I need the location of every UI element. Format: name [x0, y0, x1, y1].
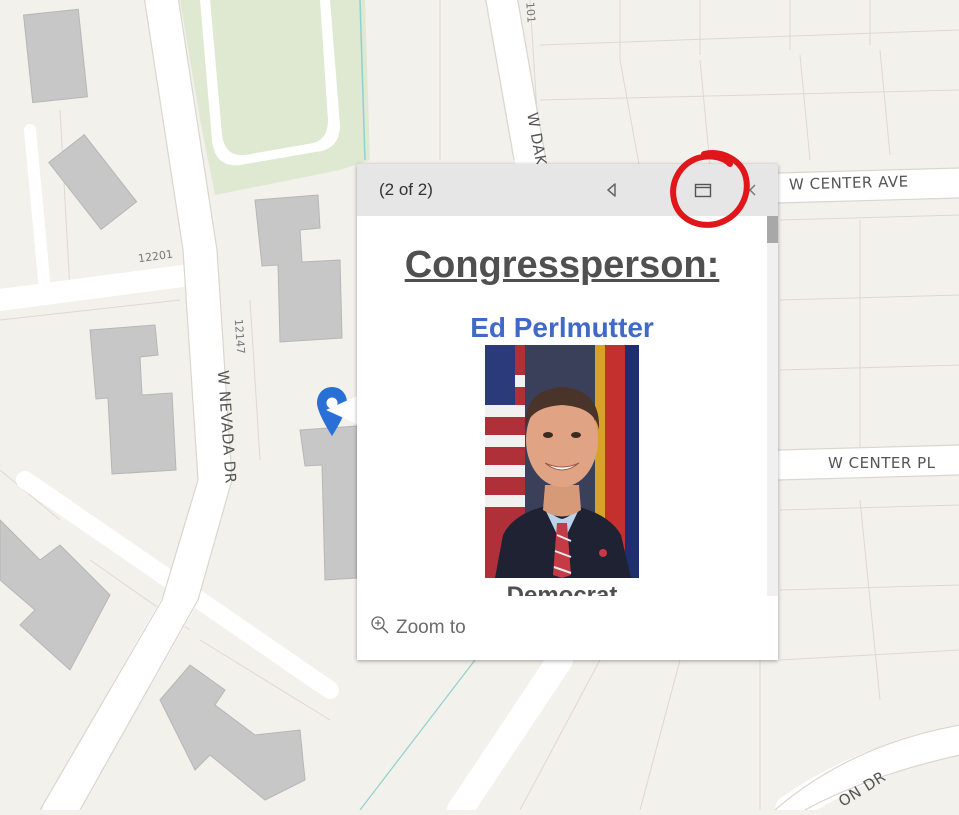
zoom-in-icon [371, 616, 389, 634]
zoom-to-label: Zoom to [396, 617, 466, 638]
previous-feature-button[interactable] [600, 178, 624, 202]
representative-portrait [485, 345, 639, 578]
popup-content[interactable]: Congressperson: Ed Perlmutter Democrat [357, 216, 778, 596]
street-label-center-pl: W CENTER PL [828, 454, 936, 472]
street-label-center-ave: W CENTER AVE [788, 172, 909, 194]
address-label-12147: 12147 [231, 318, 248, 355]
popup-footer: Zoom to [357, 596, 778, 660]
popup-pointer [326, 396, 357, 424]
triangle-left-icon [607, 183, 616, 197]
popup-pager-text: (2 of 2) [379, 180, 433, 199]
representative-party: Democrat [506, 582, 618, 596]
representative-name[interactable]: Ed Perlmutter [357, 312, 767, 344]
popup-content-title: Congressperson: [404, 244, 720, 286]
address-label-101: 101 [523, 1, 538, 24]
popup-window: (2 of 2) Congressperson: Ed Perlmutter D… [357, 164, 778, 660]
popup-scrollbar-thumb[interactable] [767, 216, 778, 243]
popup-scrollbar[interactable] [767, 216, 778, 596]
annotation-circle [670, 150, 750, 228]
